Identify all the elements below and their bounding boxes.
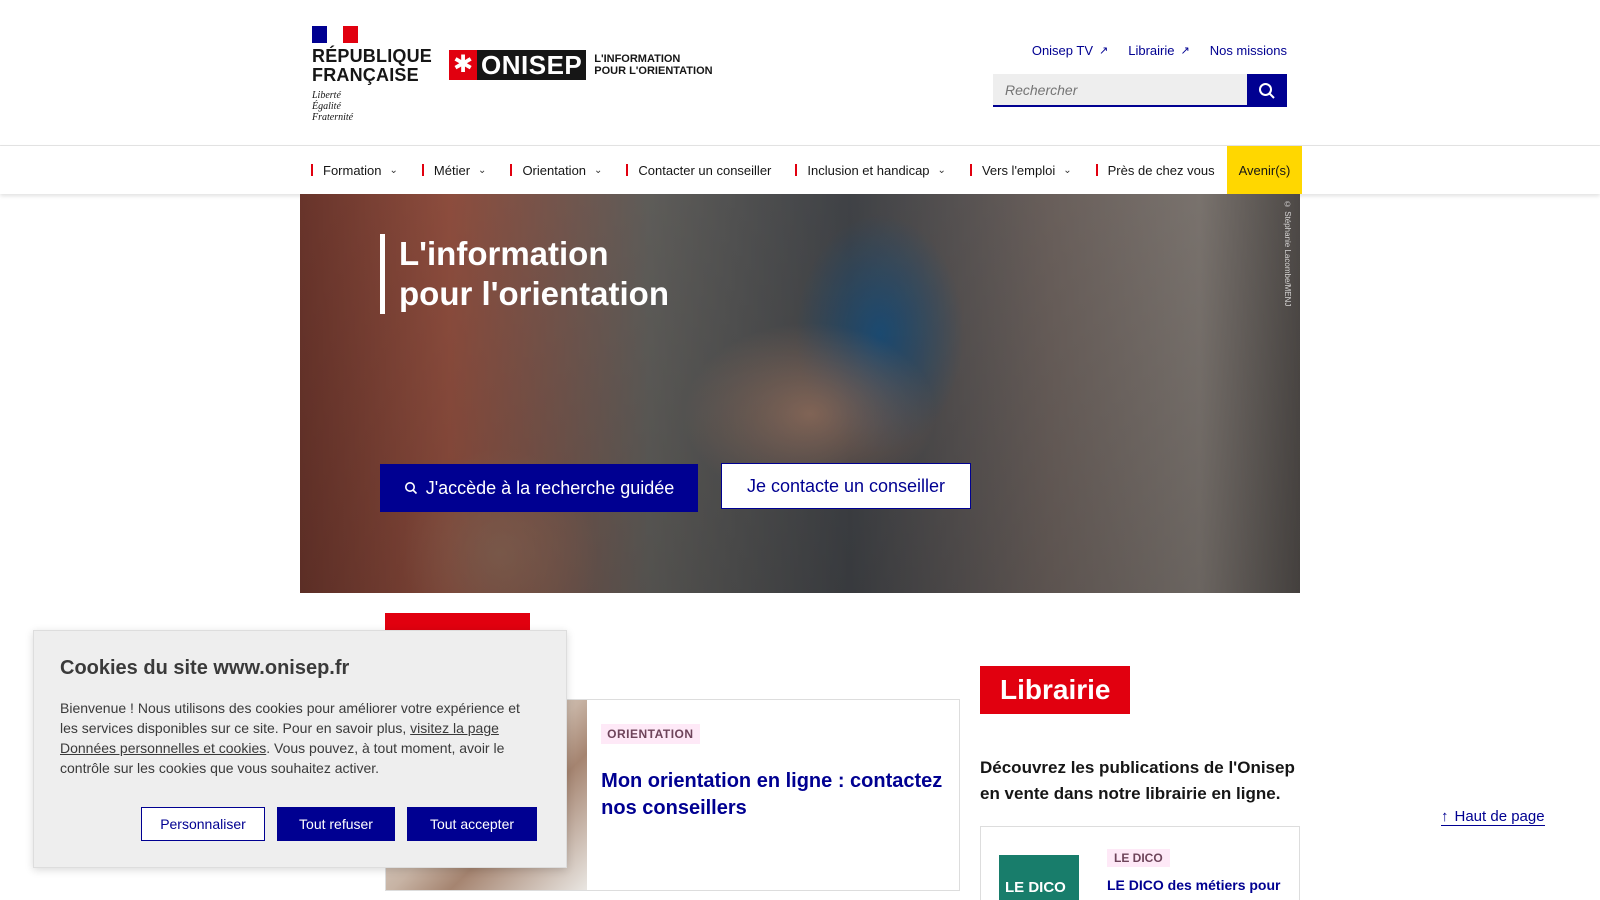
rf-motto-3: Fraternité — [312, 112, 354, 123]
librairie-link[interactable]: Librairie ↗ — [1128, 43, 1189, 58]
onisep-tagline-1: L'INFORMATION — [594, 53, 681, 65]
back-to-top-label: Haut de page — [1454, 808, 1545, 825]
accept-label: Tout accepter — [429, 816, 515, 832]
guided-search-label: J'accède à la recherche guidée — [425, 477, 675, 498]
nav-item-orientation[interactable]: Orientation ⌄ — [498, 146, 614, 194]
article-category-badge: ORIENTATION — [601, 724, 700, 744]
rf-motto-1: Liberté — [312, 90, 341, 101]
chevron-down-icon: ⌄ — [389, 164, 398, 176]
chevron-down-icon: ⌄ — [1063, 164, 1072, 176]
french-flag-icon — [312, 26, 358, 43]
hero-title-line2: pour l'orientation — [399, 275, 669, 312]
onisep-tv-label: Onisep TV — [1031, 43, 1094, 58]
main-navigation: Formation ⌄ Métier ⌄ Orientation ⌄ Contacte… — [0, 146, 1600, 194]
nav-emploi-label: Vers l'emploi — [981, 162, 1056, 178]
contact-advisor-button[interactable]: Je contacte un conseiller — [721, 463, 971, 509]
rf-name-line1: RÉPUBLIQUE — [312, 46, 433, 66]
republique-francaise-logo[interactable]: RÉPUBLIQUE FRANÇAISE Liberté Égalité Fra… — [312, 26, 432, 123]
nav-item-avenirs[interactable]: Avenir(s) — [1226, 146, 1303, 194]
nav-item-emploi[interactable]: Vers l'emploi ⌄ — [958, 146, 1084, 194]
book-cover-thumbnail: LE DICO — [999, 855, 1079, 900]
product-category-badge: LE DICO — [1107, 849, 1170, 867]
cookie-banner-text: Bienvenue ! Nous utilisons des cookies p… — [60, 698, 540, 778]
search-input[interactable] — [993, 74, 1247, 107]
article-title[interactable]: Mon orientation en ligne : contactez nos… — [601, 768, 945, 822]
header-quick-links: Onisep TV ↗ Librairie ↗ Nos missions — [1032, 43, 1287, 58]
site-header: RÉPUBLIQUE FRANÇAISE Liberté Égalité Fra… — [0, 0, 1600, 146]
onisep-tagline-2: POUR L'ORIENTATION — [594, 65, 713, 77]
arrow-up-icon: ↑ — [1441, 808, 1449, 825]
cookie-banner-title: Cookies du site www.onisep.fr — [60, 657, 350, 679]
nav-item-formation[interactable]: Formation ⌄ — [299, 146, 410, 194]
nos-missions-link[interactable]: Nos missions — [1210, 43, 1287, 58]
rf-motto-2: Égalité — [312, 101, 341, 112]
librairie-label: Librairie — [1128, 43, 1175, 58]
nos-missions-label: Nos missions — [1209, 43, 1287, 58]
back-to-top-link[interactable]: ↑ Haut de page — [1441, 808, 1545, 826]
photo-credit: © Stéphanie Lacombe/MENJ — [1283, 200, 1292, 307]
nav-metier-label: Métier — [433, 162, 471, 178]
librairie-product-card[interactable]: LE DICO LE DICO LE DICO des métiers pour — [980, 826, 1300, 900]
nav-contacter-label: Contacter un conseiller — [638, 162, 772, 178]
chevron-down-icon: ⌄ — [594, 164, 603, 176]
nav-item-pres-de-chez-vous[interactable]: Près de chez vous — [1084, 146, 1227, 194]
onisep-logo[interactable]: ✱ ONISEP L'INFORMATION POUR L'ORIENTATIO… — [449, 50, 713, 80]
nav-inclusion-label: Inclusion et handicap — [807, 162, 930, 178]
hero-title: L'information pour l'orientation — [380, 234, 669, 314]
nav-item-contacter[interactable]: Contacter un conseiller — [614, 146, 783, 194]
librairie-description: Découvrez les publications de l'Onisep e… — [980, 758, 1295, 803]
search-bar — [993, 74, 1287, 107]
search-icon — [1259, 82, 1275, 99]
onisep-tv-link[interactable]: Onisep TV ↗ — [1032, 43, 1108, 58]
nav-item-metier[interactable]: Métier ⌄ — [410, 146, 499, 194]
refuse-all-button[interactable]: Tout refuser — [277, 807, 395, 841]
product-title[interactable]: LE DICO des métiers pour — [1107, 877, 1280, 893]
customize-label: Personnaliser — [160, 816, 246, 832]
guided-search-button[interactable]: J'accède à la recherche guidée — [380, 464, 698, 512]
chevron-down-icon: ⌄ — [478, 164, 487, 176]
nav-item-inclusion[interactable]: Inclusion et handicap ⌄ — [783, 146, 958, 194]
rf-name-line2: FRANÇAISE — [312, 65, 419, 85]
chevron-down-icon: ⌄ — [937, 164, 946, 176]
hero-banner: L'information pour l'orientation © Stéph… — [300, 194, 1300, 593]
accept-all-button[interactable]: Tout accepter — [407, 807, 537, 841]
external-link-icon: ↗ — [1099, 45, 1109, 57]
hero-title-line1: L'information — [399, 235, 609, 272]
external-link-icon: ↗ — [1180, 45, 1190, 57]
search-icon — [404, 482, 417, 495]
contact-advisor-label: Je contacte un conseiller — [746, 475, 946, 496]
onisep-star-icon: ✱ — [449, 50, 477, 80]
nav-formation-label: Formation — [323, 162, 382, 178]
search-button[interactable] — [1247, 74, 1287, 107]
customize-cookies-button[interactable]: Personnaliser — [141, 807, 265, 841]
nav-orientation-label: Orientation — [522, 162, 587, 178]
nav-pres-label: Près de chez vous — [1107, 162, 1215, 178]
refuse-label: Tout refuser — [299, 816, 373, 832]
librairie-heading: Librairie — [980, 666, 1131, 714]
cookie-consent-banner: Cookies du site www.onisep.fr Bienvenue … — [33, 630, 567, 868]
onisep-wordmark: ONISEP — [477, 50, 587, 80]
nav-avenirs-label: Avenir(s) — [1238, 162, 1291, 178]
